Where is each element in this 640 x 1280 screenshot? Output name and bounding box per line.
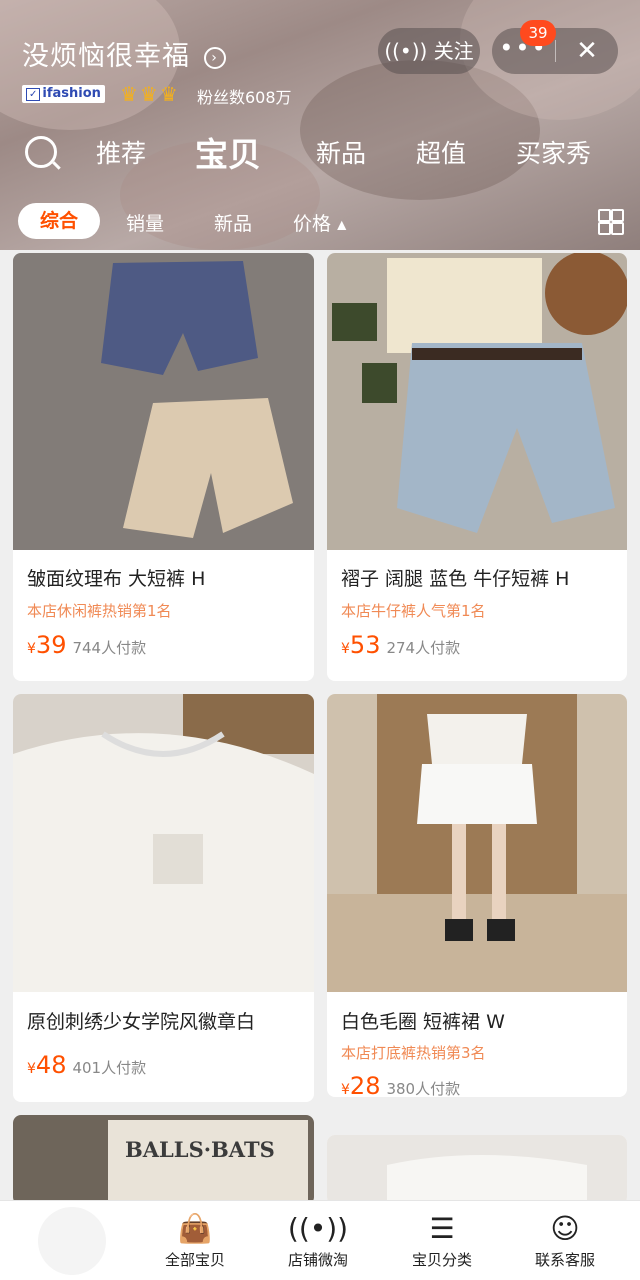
shop-weitao-label: 店铺微淘 — [287, 1251, 348, 1269]
filter-price-label: 价格 — [293, 213, 332, 235]
fans-count: 粉丝数608万 — [197, 88, 292, 107]
crown-rating-icon: ♛♛♛ — [120, 82, 180, 106]
product-title: 皱面纹理布 大短裤 H — [27, 568, 206, 590]
filter-bar: 综合 销量 新品 价格 ▲ — [0, 203, 640, 241]
shop-weitao-button[interactable]: ((•)) 店铺微淘 — [263, 1209, 373, 1270]
chevron-right-icon: › — [203, 46, 226, 69]
product-image — [327, 1135, 627, 1205]
product-rank: 本店牛仔裤人气第1名 — [341, 602, 486, 620]
product-price: ¥28 380人付款 — [341, 1072, 461, 1097]
grid-view-icon[interactable] — [598, 209, 624, 235]
categories-label: 宝贝分类 — [411, 1251, 472, 1269]
product-image — [327, 253, 627, 550]
product-card-partial[interactable]: BALLS·BATS — [13, 1115, 314, 1205]
bag-icon: 👜 — [177, 1212, 213, 1245]
tab-new[interactable]: 新品 — [316, 134, 366, 170]
product-card[interactable]: 褶子 阔腿 蓝色 牛仔短裤 H 本店牛仔裤人气第1名 ¥53 274人付款 — [327, 253, 627, 681]
all-products-button[interactable]: 👜 全部宝贝 — [140, 1209, 250, 1270]
chat-face-icon: ☺ — [550, 1212, 580, 1245]
close-icon[interactable]: ✕ — [556, 28, 618, 74]
follow-label: 关注 — [433, 39, 474, 63]
sort-arrows-icon: ▲ — [337, 217, 347, 232]
list-icon: ☰ — [429, 1212, 455, 1245]
ifashion-badge: ✓ ifashion — [22, 85, 105, 103]
product-card[interactable]: 皱面纹理布 大短裤 H 本店休闲裤热销第1名 ¥39 744人付款 — [13, 253, 314, 681]
shop-header: 没烦恼很幸福 › ✓ ifashion ♛♛♛ 粉丝数608万 ((•)) 关注 … — [0, 0, 640, 250]
tab-value[interactable]: 超值 — [416, 134, 466, 170]
product-rank: 本店休闲裤热销第1名 — [27, 602, 172, 620]
paid-count: 401人付款 — [72, 1059, 147, 1077]
broadcast-icon: ((•)) — [287, 1212, 349, 1245]
product-image — [327, 694, 627, 992]
product-card-partial[interactable] — [327, 1135, 627, 1205]
all-products-label: 全部宝贝 — [164, 1251, 225, 1269]
product-title: 原创刺绣少女学院风徽章白 — [27, 1011, 256, 1033]
product-price: ¥48 401人付款 — [27, 1051, 147, 1079]
tab-recommend[interactable]: 推荐 — [96, 134, 146, 170]
tab-buyer-show[interactable]: 买家秀 — [516, 134, 591, 170]
bottom-toolbar: 👜 全部宝贝 ((•)) 店铺微淘 ☰ 宝贝分类 ☺ 联系客服 — [0, 1200, 640, 1280]
filter-price[interactable]: 价格 ▲ — [293, 209, 346, 236]
product-image — [13, 694, 314, 992]
paid-count: 744人付款 — [72, 639, 147, 657]
product-card[interactable]: 白色毛圈 短裤裙 W 本店打底裤热销第3名 ¥28 380人付款 — [327, 694, 627, 1097]
product-image — [13, 253, 314, 550]
filter-new[interactable]: 新品 — [214, 209, 252, 236]
notification-badge: 39 — [520, 20, 556, 46]
paid-count: 380人付款 — [386, 1080, 461, 1097]
shop-nav: 推荐 宝贝 新品 超值 买家秀 — [0, 130, 640, 180]
customer-service-label: 联系客服 — [534, 1251, 595, 1269]
categories-button[interactable]: ☰ 宝贝分类 — [387, 1209, 497, 1270]
paid-count: 274人付款 — [386, 639, 461, 657]
broadcast-icon: ((•)) — [384, 39, 428, 63]
filter-sales[interactable]: 销量 — [126, 209, 164, 236]
product-price: ¥53 274人付款 — [341, 631, 461, 659]
product-image-text: BALLS·BATS — [125, 1137, 275, 1162]
filter-general[interactable]: 综合 — [18, 203, 100, 239]
shop-name-text: 没烦恼很幸福 — [22, 41, 190, 72]
product-rank: 本店打底裤热销第3名 — [341, 1044, 486, 1062]
customer-service-button[interactable]: ☺ 联系客服 — [510, 1209, 620, 1270]
product-title: 褶子 阔腿 蓝色 牛仔短裤 H — [341, 568, 570, 590]
tab-products[interactable]: 宝贝 — [195, 128, 261, 176]
avatar[interactable] — [38, 1207, 106, 1275]
product-title: 白色毛圈 短裤裙 W — [341, 1011, 505, 1033]
product-price: ¥39 744人付款 — [27, 631, 147, 659]
follow-button[interactable]: ((•)) 关注 — [378, 28, 480, 74]
shop-name[interactable]: 没烦恼很幸福 › — [22, 34, 226, 73]
product-card[interactable]: 原创刺绣少女学院风徽章白 ¥48 401人付款 — [13, 694, 314, 1102]
search-icon[interactable] — [25, 136, 57, 168]
